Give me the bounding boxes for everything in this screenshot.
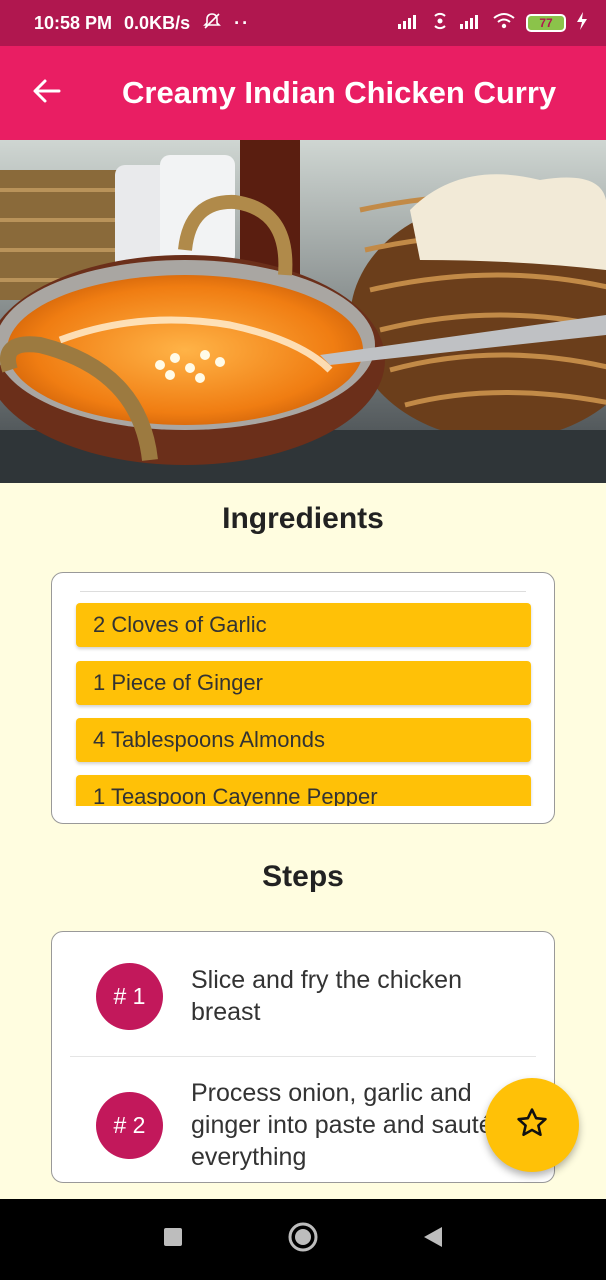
arrow-back-icon: [32, 76, 62, 111]
ingredients-divider: [80, 591, 526, 592]
charging-bolt-icon: [576, 11, 588, 35]
recipe-hero-image: [0, 140, 606, 483]
ingredient-item: 1 Piece of Ginger: [76, 661, 531, 705]
nav-back-button[interactable]: [413, 1220, 453, 1260]
back-button[interactable]: [0, 46, 94, 140]
signal-icon: [398, 13, 420, 34]
hotspot-icon: [430, 12, 450, 35]
notifications-off-icon: [202, 11, 222, 36]
page-title: Creamy Indian Chicken Curry: [122, 75, 557, 110]
system-nav-bar: [0, 1199, 606, 1280]
step-number-badge: # 2: [96, 1092, 163, 1159]
home-button[interactable]: [283, 1220, 323, 1260]
step-number-badge: # 1: [96, 963, 163, 1030]
ingredients-list[interactable]: 2 Cloves of Garlic 1 Piece of Ginger 4 T…: [52, 573, 554, 806]
app-bar: Creamy Indian Chicken Curry: [0, 46, 606, 140]
steps-card[interactable]: # 1 Slice and fry the chicken breast # 2…: [51, 931, 555, 1183]
ingredient-item: 1 Teaspoon Cayenne Pepper: [76, 775, 531, 806]
step-item: # 1 Slice and fry the chicken breast: [70, 932, 538, 1056]
back-triangle-icon: [422, 1225, 444, 1254]
star-outline-icon: [515, 1106, 549, 1145]
recents-square-icon: [162, 1226, 184, 1253]
ingredients-card: 2 Cloves of Garlic 1 Piece of Ginger 4 T…: [51, 572, 555, 824]
status-bar: 10:58 PM 0.0KB/s ·· 77: [0, 0, 606, 46]
ingredient-item: 4 Tablespoons Almonds: [76, 718, 531, 762]
battery-indicator: 77: [526, 14, 566, 32]
status-net-speed: 0.0KB/s: [124, 12, 191, 33]
wifi-icon: [492, 12, 516, 35]
recents-button[interactable]: [153, 1220, 193, 1260]
step-item: # 2 Process onion, garlic and ginger int…: [70, 1057, 538, 1182]
steps-heading: Steps: [262, 860, 344, 893]
ingredient-item: 2 Cloves of Garlic: [76, 603, 531, 647]
signal-icon-2: [460, 13, 482, 34]
home-circle-icon: [287, 1221, 319, 1258]
more-dots-icon: ··: [234, 12, 251, 33]
status-time: 10:58 PM: [34, 12, 113, 33]
ingredients-heading: Ingredients: [222, 502, 384, 535]
step-text: Slice and fry the chicken breast: [191, 966, 462, 1026]
favorite-button[interactable]: [485, 1078, 579, 1172]
step-text: Process onion, garlic and ginger into pa…: [191, 1079, 493, 1171]
